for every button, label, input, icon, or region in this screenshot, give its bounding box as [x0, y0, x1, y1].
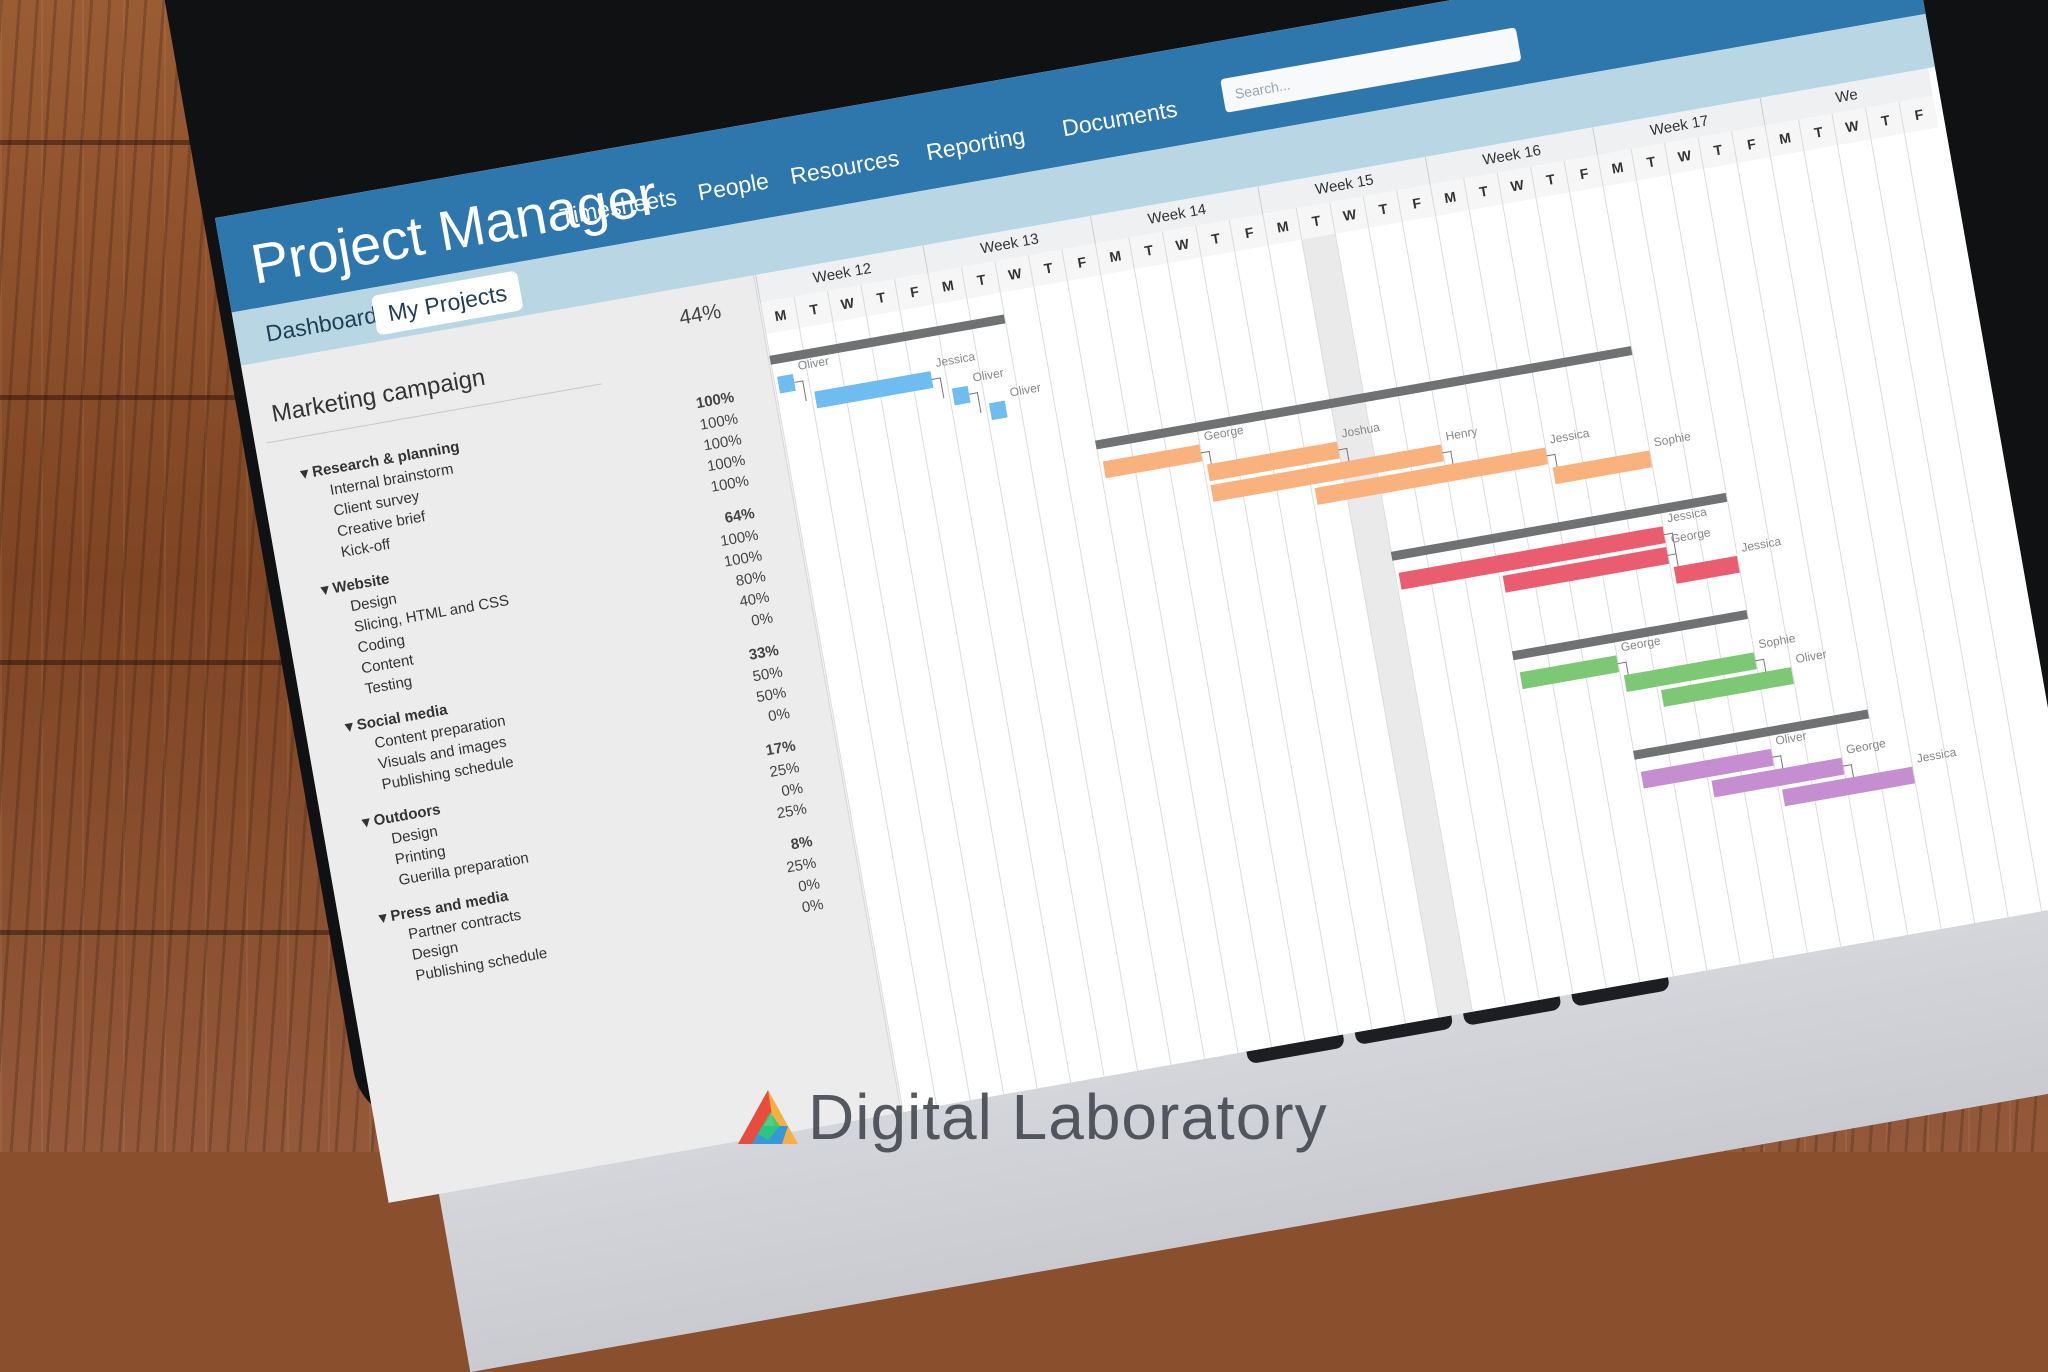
assignee-label: George: [1844, 735, 1887, 757]
assignee-label: Henry: [1444, 424, 1479, 444]
grid-line: [1334, 233, 1473, 1012]
assignee-label: Sophie: [1652, 429, 1692, 450]
nav-people[interactable]: People: [696, 168, 771, 207]
task-bar[interactable]: [1519, 655, 1620, 690]
grid-line: [1435, 215, 1574, 995]
grid-line: [1535, 198, 1674, 977]
day-header: F: [1898, 95, 1939, 134]
dependency-connector: [932, 377, 945, 400]
search-placeholder: Search...: [1233, 76, 1292, 102]
tab-dashboard[interactable]: Dashboard: [264, 302, 380, 348]
nav-reporting[interactable]: Reporting: [924, 122, 1027, 166]
grid-line: [1837, 145, 1976, 924]
logo-icon: [738, 1090, 798, 1144]
grid-line: [1033, 286, 1172, 1065]
grid-line: [1100, 274, 1239, 1054]
grid-line: [966, 298, 1105, 1077]
task-row[interactable]: Kick-off: [340, 536, 392, 561]
grid-line: [1301, 239, 1440, 1018]
grid-line: [1066, 280, 1206, 1060]
task-bar[interactable]: [1102, 444, 1203, 479]
grid-line: [932, 304, 1072, 1083]
today-highlight: [1295, 202, 1472, 1018]
grid-line: [999, 292, 1139, 1071]
grid-line: [899, 310, 1038, 1089]
grid-line: [1468, 210, 1607, 989]
dependency-connector: [969, 392, 982, 415]
assignee-label: George: [1669, 525, 1712, 546]
nav-documents[interactable]: Documents: [1060, 96, 1179, 143]
grid-line: [1803, 150, 1942, 930]
assignee-label: Jessica: [1740, 534, 1783, 555]
assignee-label: Oliver: [1008, 380, 1042, 400]
task-bar[interactable]: [988, 400, 1009, 421]
project-title: Marketing campaign: [269, 363, 488, 428]
brand-name: Digital Laboratory: [808, 1081, 1328, 1153]
task-bar[interactable]: [951, 385, 971, 406]
assignee-label: Oliver: [1794, 646, 1828, 667]
overall-progress: 44%: [677, 299, 723, 330]
grid-line: [1167, 263, 1306, 1042]
task-bar[interactable]: [1552, 450, 1653, 485]
task-bar[interactable]: [777, 373, 797, 394]
grid-line: [865, 316, 1005, 1095]
digital-laboratory-logo: Digital Laboratory: [728, 1080, 1328, 1154]
dependency-connector: [794, 380, 808, 403]
assignee-label: Oliver: [971, 365, 1005, 385]
grid-line: [1502, 204, 1641, 983]
grid-line: [1770, 156, 1909, 936]
task-row[interactable]: Testing: [364, 673, 414, 698]
nav-resources[interactable]: Resources: [788, 145, 901, 191]
grid-line: [1133, 269, 1273, 1048]
assignee-label: Jessica: [1915, 744, 1958, 766]
assignee-label: Jessica: [1548, 425, 1591, 447]
assignee-label: Sophie: [1757, 631, 1797, 652]
grid-line: [1200, 257, 1339, 1036]
